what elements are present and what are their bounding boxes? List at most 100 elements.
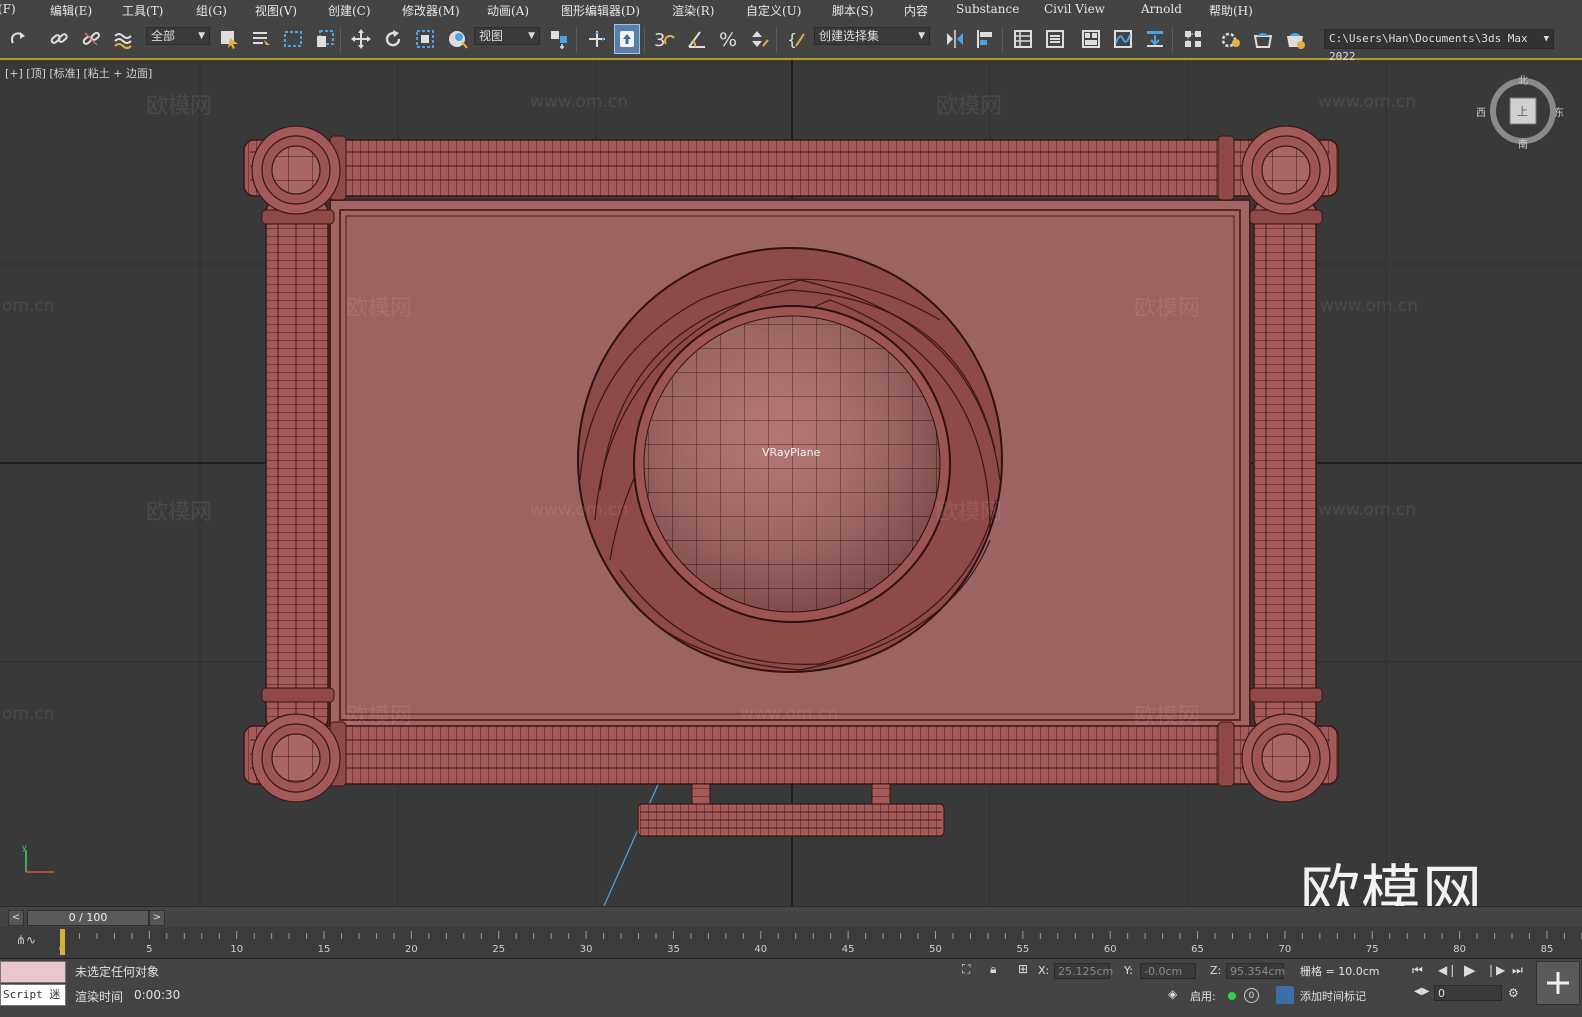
rotate-icon[interactable]	[380, 24, 406, 54]
watermark: 欧模网	[146, 500, 213, 525]
toggle-ribbon-icon[interactable]	[1078, 24, 1104, 54]
reference-coordinate-dropdown[interactable]: 视图 ▼	[474, 27, 540, 45]
bind-space-warp-icon[interactable]	[110, 24, 136, 54]
schematic-view-icon[interactable]	[1142, 24, 1168, 54]
select-by-name-icon[interactable]	[248, 24, 274, 54]
render-setup-icon[interactable]	[1218, 24, 1244, 54]
absolute-mode-icon[interactable]: ⊞	[1018, 962, 1028, 976]
go-to-start-icon[interactable]: ⏮	[1412, 963, 1423, 978]
menu-tools[interactable]: 工具(T)	[122, 2, 163, 19]
link-icon[interactable]	[46, 24, 72, 54]
maximize-viewport-button[interactable]	[1536, 961, 1580, 1005]
toolbar-separator	[340, 28, 341, 52]
mirror-icon[interactable]	[942, 24, 968, 54]
svg-text:{: {	[787, 30, 797, 49]
time-slider-thumb[interactable]: 0 / 100	[27, 910, 149, 926]
redo-icon[interactable]	[6, 24, 32, 54]
go-to-end-icon[interactable]: ⏭	[1512, 963, 1523, 978]
select-manipulate-icon[interactable]	[584, 24, 610, 54]
menu-views[interactable]: 视图(V)	[255, 2, 297, 19]
layer-explorer-icon[interactable]	[1042, 24, 1068, 54]
menu-create[interactable]: 创建(C)	[328, 2, 371, 19]
x-coordinate-field[interactable]: 25.125cm	[1054, 963, 1113, 979]
menu-file[interactable]: (F)	[0, 2, 16, 16]
menu-substance[interactable]: Substance	[956, 2, 1019, 16]
unlink-icon[interactable]	[78, 24, 104, 54]
menu-civil-view[interactable]: Civil View	[1044, 2, 1105, 16]
slider-next-button[interactable]: >	[149, 910, 165, 926]
menu-rendering[interactable]: 渲染(R)	[672, 2, 714, 19]
frame-tick-label: 55	[1016, 944, 1029, 955]
angle-snap-icon[interactable]	[684, 24, 710, 54]
z-coordinate-field[interactable]: 95.354cm	[1226, 963, 1285, 979]
maxscript-listener[interactable]: Script 迷	[0, 961, 66, 1007]
frame-tick-label: 75	[1366, 944, 1379, 955]
menu-arnold[interactable]: Arnold	[1141, 2, 1182, 16]
watermark: 欧模网	[1134, 704, 1201, 729]
menu-group[interactable]: 组(G)	[196, 2, 227, 19]
selection-filter-dropdown[interactable]: 全部 ▼	[146, 27, 210, 45]
menu-graph-editors[interactable]: 图形编辑器(D)	[561, 2, 640, 19]
y-label: Y:	[1124, 964, 1133, 977]
rendered-frame-window-icon[interactable]	[1250, 24, 1276, 54]
watermark: 欧模网	[146, 94, 213, 119]
add-time-tag[interactable]: 添加时间标记	[1300, 988, 1366, 1004]
snaps-toggle-icon[interactable]: 3	[652, 24, 678, 54]
previous-frame-icon[interactable]: ◀❘	[1438, 963, 1457, 977]
frame-ruler[interactable]: 0510152025303540455055606570758085	[58, 927, 1582, 958]
project-path-value: C:\Users\Han\Documents\3ds Max 2022	[1329, 32, 1528, 63]
named-selection-dropdown[interactable]: 创建选择集 ▼	[814, 27, 930, 45]
spinner-snap-icon[interactable]	[746, 24, 772, 54]
watermark: www.om.cn	[1318, 500, 1417, 520]
time-configuration-icon[interactable]: ⚙	[1508, 986, 1519, 1000]
viewport-top[interactable]: y 欧模网 www.om.cn 欧模网 www.om.cn om.cn 欧模网 …	[0, 60, 1582, 906]
window-crossing-icon[interactable]	[312, 24, 338, 54]
menu-content[interactable]: 内容	[904, 2, 928, 19]
key-mode-icon[interactable]: ◀▶	[1414, 986, 1429, 997]
viewport-label[interactable]: [+] [顶] [标准] [粘土 + 边面]	[5, 65, 152, 81]
toolbar-separator	[1172, 28, 1173, 52]
menu-edit[interactable]: 编辑(E)	[50, 2, 92, 19]
material-editor-icon[interactable]	[1180, 24, 1206, 54]
svg-text:3: 3	[654, 30, 665, 50]
scene-explorer-icon[interactable]	[1010, 24, 1036, 54]
menu-help[interactable]: 帮助(H)	[1209, 2, 1253, 19]
menu-animation[interactable]: 动画(A)	[487, 2, 529, 19]
maxscript-output[interactable]	[0, 961, 66, 983]
maxscript-input[interactable]: Script 迷	[0, 984, 66, 1006]
percent-snap-icon[interactable]: %	[716, 24, 742, 54]
keyboard-shortcut-override-icon[interactable]	[614, 24, 640, 54]
menu-modifiers[interactable]: 修改器(M)	[402, 2, 460, 19]
mini-curve-editor-icon[interactable]: ⋔∿	[16, 933, 36, 947]
slider-prev-button[interactable]: <	[8, 910, 24, 926]
align-icon[interactable]	[972, 24, 998, 54]
play-icon[interactable]: ▶	[1464, 961, 1476, 979]
object-label: VRayPlane	[762, 446, 821, 459]
pivot-center-icon[interactable]	[546, 24, 572, 54]
y-coordinate-field[interactable]: -0.0cm	[1140, 963, 1196, 979]
menu-customize[interactable]: 自定义(U)	[746, 2, 801, 19]
next-frame-icon[interactable]: ❘▶	[1486, 963, 1505, 977]
time-tag-icon[interactable]	[1276, 986, 1294, 1004]
frame-tick-label: 45	[842, 944, 855, 955]
project-path-dropdown[interactable]: C:\Users\Han\Documents\3ds Max 2022 ▼	[1324, 29, 1554, 63]
place-icon[interactable]	[444, 24, 470, 54]
curve-editor-icon[interactable]	[1110, 24, 1136, 54]
rectangular-selection-icon[interactable]	[280, 24, 306, 54]
edit-named-selection-icon[interactable]: {	[784, 24, 810, 54]
scale-icon[interactable]	[412, 24, 438, 54]
enable-count[interactable]: 0	[1244, 988, 1259, 1003]
adaptive-degradation-icon[interactable]: ◈	[1168, 987, 1177, 1001]
toolbar-separator	[576, 28, 577, 52]
current-frame-field[interactable]: 0	[1434, 985, 1502, 1001]
main-toolbar: 全部 ▼ 视图 ▼ 3 % {创建选择集 ▼ C:\Users\Han\Doc…	[0, 20, 1582, 63]
track-bar[interactable]: ⋔∿ 0510152025303540455055606570758085	[0, 927, 1582, 959]
move-icon[interactable]	[348, 24, 374, 54]
select-object-icon[interactable]	[216, 24, 242, 54]
isolate-selection-icon[interactable]: ⛶	[962, 962, 970, 977]
selection-lock-icon[interactable]: 🔒︎	[990, 962, 996, 977]
current-frame-marker[interactable]	[60, 929, 65, 955]
viewcube[interactable]: 北 南 西 东 上	[1476, 76, 1564, 151]
menu-scripting[interactable]: 脚本(S)	[832, 2, 874, 19]
render-production-icon[interactable]	[1282, 24, 1308, 54]
